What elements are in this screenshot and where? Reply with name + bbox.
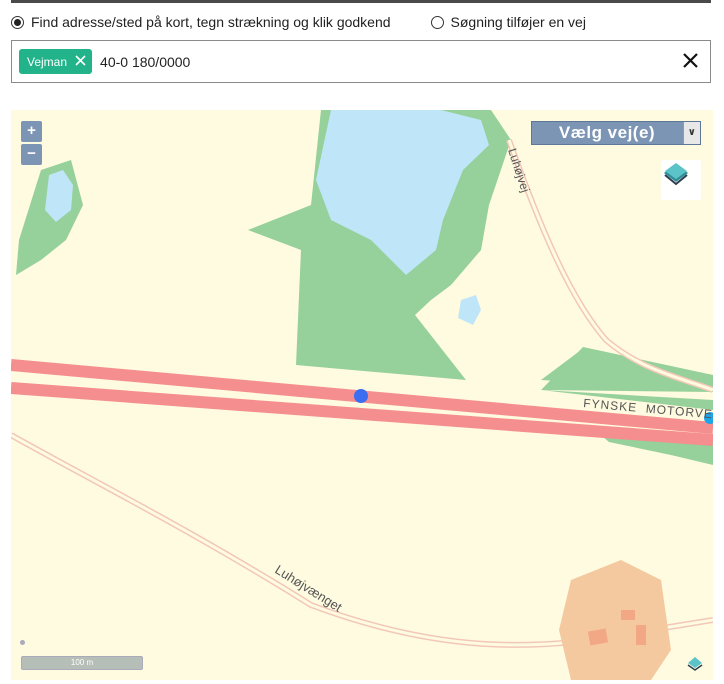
close-icon	[683, 53, 698, 68]
scale-bar: 100 m	[21, 656, 143, 670]
search-input[interactable]: Vejman 40-0 180/0000	[11, 40, 711, 83]
water-pond	[458, 295, 481, 325]
map-view[interactable]: Luhøjvej FYNSKE MOTORVEJ Luhøjvænget + −…	[11, 110, 713, 680]
built-up-area	[559, 560, 671, 680]
zoom-in-button[interactable]: +	[21, 121, 42, 142]
selected-point-marker	[354, 389, 368, 403]
zoom-controls: + −	[21, 121, 42, 167]
radio-label-find-address: Find adresse/sted på kort, tegn stræknin…	[31, 14, 391, 30]
building	[636, 625, 646, 645]
search-mode-options: Find adresse/sted på kort, tegn stræknin…	[11, 12, 586, 32]
layers-icon[interactable]	[687, 656, 703, 672]
label-luhojvej: Luhøjvej	[505, 147, 532, 194]
building	[621, 610, 635, 620]
close-icon[interactable]	[75, 54, 86, 70]
radio-button-search-adds-road[interactable]	[430, 15, 444, 29]
search-value: 40-0 180/0000	[100, 53, 191, 70]
vejman-tag-label: Vejman	[27, 54, 68, 69]
top-divider	[11, 0, 711, 3]
radio-button-find-address[interactable]	[11, 15, 24, 29]
radio-option-search-adds-road[interactable]: Søgning tilføjer en vej	[430, 14, 586, 30]
radio-label-search-adds-road: Søgning tilføjer en vej	[450, 14, 586, 30]
layers-button[interactable]	[661, 160, 701, 200]
radio-option-find-address[interactable]: Find adresse/sted på kort, tegn stræknin…	[11, 14, 391, 30]
select-road-label: Vælg vej(e)	[558, 123, 656, 142]
select-road-dropdown[interactable]: Vælg vej(e) ∨	[531, 121, 701, 145]
clear-search-button[interactable]	[683, 50, 698, 72]
vejman-tag: Vejman	[19, 49, 93, 74]
chevron-down-icon[interactable]: ∨	[683, 122, 700, 144]
layers-icon	[664, 163, 688, 186]
attribution-dot	[20, 640, 25, 645]
zoom-out-button[interactable]: −	[21, 144, 42, 165]
map-canvas[interactable]: Luhøjvej FYNSKE MOTORVEJ Luhøjvænget	[11, 110, 713, 680]
